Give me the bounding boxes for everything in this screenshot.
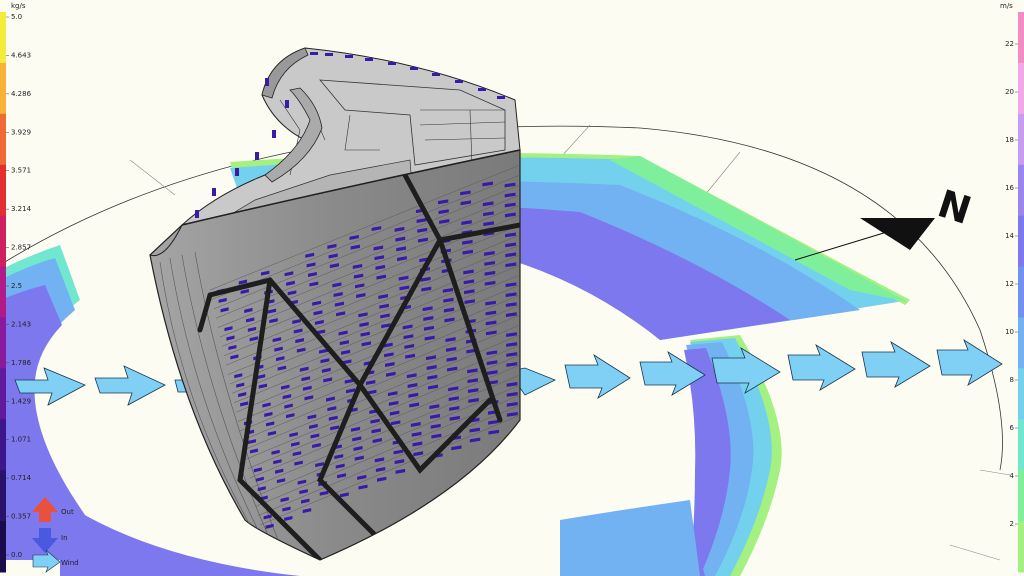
north-label: N [933, 181, 977, 233]
right-scale-segment [1018, 12, 1024, 64]
north-arrow-icon [794, 218, 935, 261]
right-color-scale: 22 20 18 16 14 12 10 8 6 4 2 m/s [1000, 2, 1024, 573]
right-scale-segment [1018, 470, 1024, 522]
left-scale-tick: 2.5 [11, 282, 22, 290]
wind-arrow [94, 365, 166, 406]
legend-out-label: Out [61, 508, 74, 516]
left-scale-segment [0, 368, 6, 420]
right-scale-segment [1018, 317, 1024, 369]
right-scale-tick: 22 [1005, 40, 1014, 48]
left-scale-tick: 2.857 [11, 244, 31, 252]
left-scale-unit: kg/s [11, 2, 26, 10]
left-scale-segment [0, 470, 6, 522]
left-scale-tick: 1.071 [11, 436, 31, 444]
right-scale-segment [1018, 62, 1024, 115]
building-model [149, 47, 521, 561]
right-scale-segment [1018, 419, 1024, 471]
left-scale-segment [0, 419, 6, 471]
left-scale-tick: 0.357 [11, 513, 31, 521]
right-scale-segment [1018, 521, 1024, 573]
legend-wind-label: Wind [61, 559, 79, 567]
right-scale-tick: 2 [1010, 520, 1014, 528]
right-scale-tick: 8 [1010, 376, 1014, 384]
left-scale-tick: 3.929 [11, 128, 31, 136]
right-scale-unit: m/s [1000, 2, 1013, 10]
legend-in-label: In [61, 534, 68, 542]
left-scale-tick: 0.714 [11, 474, 32, 482]
wind-arrow [787, 344, 856, 391]
right-scale-tick: 18 [1005, 136, 1014, 144]
left-scale-segment [0, 317, 6, 369]
left-scale-segment [0, 266, 6, 318]
right-scale-segment [1018, 368, 1024, 420]
right-scale-segment [1018, 113, 1024, 166]
left-scale-tick: 3.571 [11, 167, 31, 175]
left-scale-tick: 1.429 [11, 397, 31, 405]
right-scale-tick: 4 [1010, 472, 1015, 480]
right-scale-tick: 14 [1005, 232, 1014, 240]
wind-arrow [514, 367, 556, 396]
wind-arrow [564, 353, 631, 399]
left-scale-tick: 4.643 [11, 51, 31, 59]
left-scale-segment [0, 12, 6, 64]
left-scale-segment [0, 113, 6, 166]
right-scale-tick: 16 [1005, 184, 1014, 192]
right-scale-segment [1018, 164, 1024, 217]
right-scale-tick: 20 [1005, 88, 1014, 96]
left-scale-tick: 2.143 [11, 320, 31, 328]
right-scale-tick: 6 [1010, 424, 1015, 432]
left-scale-tick: 4.286 [11, 90, 32, 98]
right-scale-segment [1018, 215, 1024, 268]
wind-arrow [861, 341, 931, 388]
left-scale-segment [0, 62, 6, 115]
wind-arrow [936, 339, 1003, 386]
left-scale-segment [0, 164, 6, 217]
right-scale-tick: 12 [1005, 280, 1014, 288]
left-scale-tick: 3.214 [11, 205, 32, 213]
wind-flow-scene: N 5.04.6434.2863.9293.5713.2142.8572.52.… [0, 2, 1024, 576]
right-scale-segment [1018, 266, 1024, 318]
left-scale-tick: 0.0 [11, 551, 22, 559]
left-scale-tick: 5.0 [11, 13, 22, 21]
left-scale-segment [0, 215, 6, 268]
right-scale-tick: 10 [1005, 328, 1014, 336]
left-scale-segment [0, 521, 6, 573]
left-scale-tick: 1.786 [11, 359, 32, 367]
